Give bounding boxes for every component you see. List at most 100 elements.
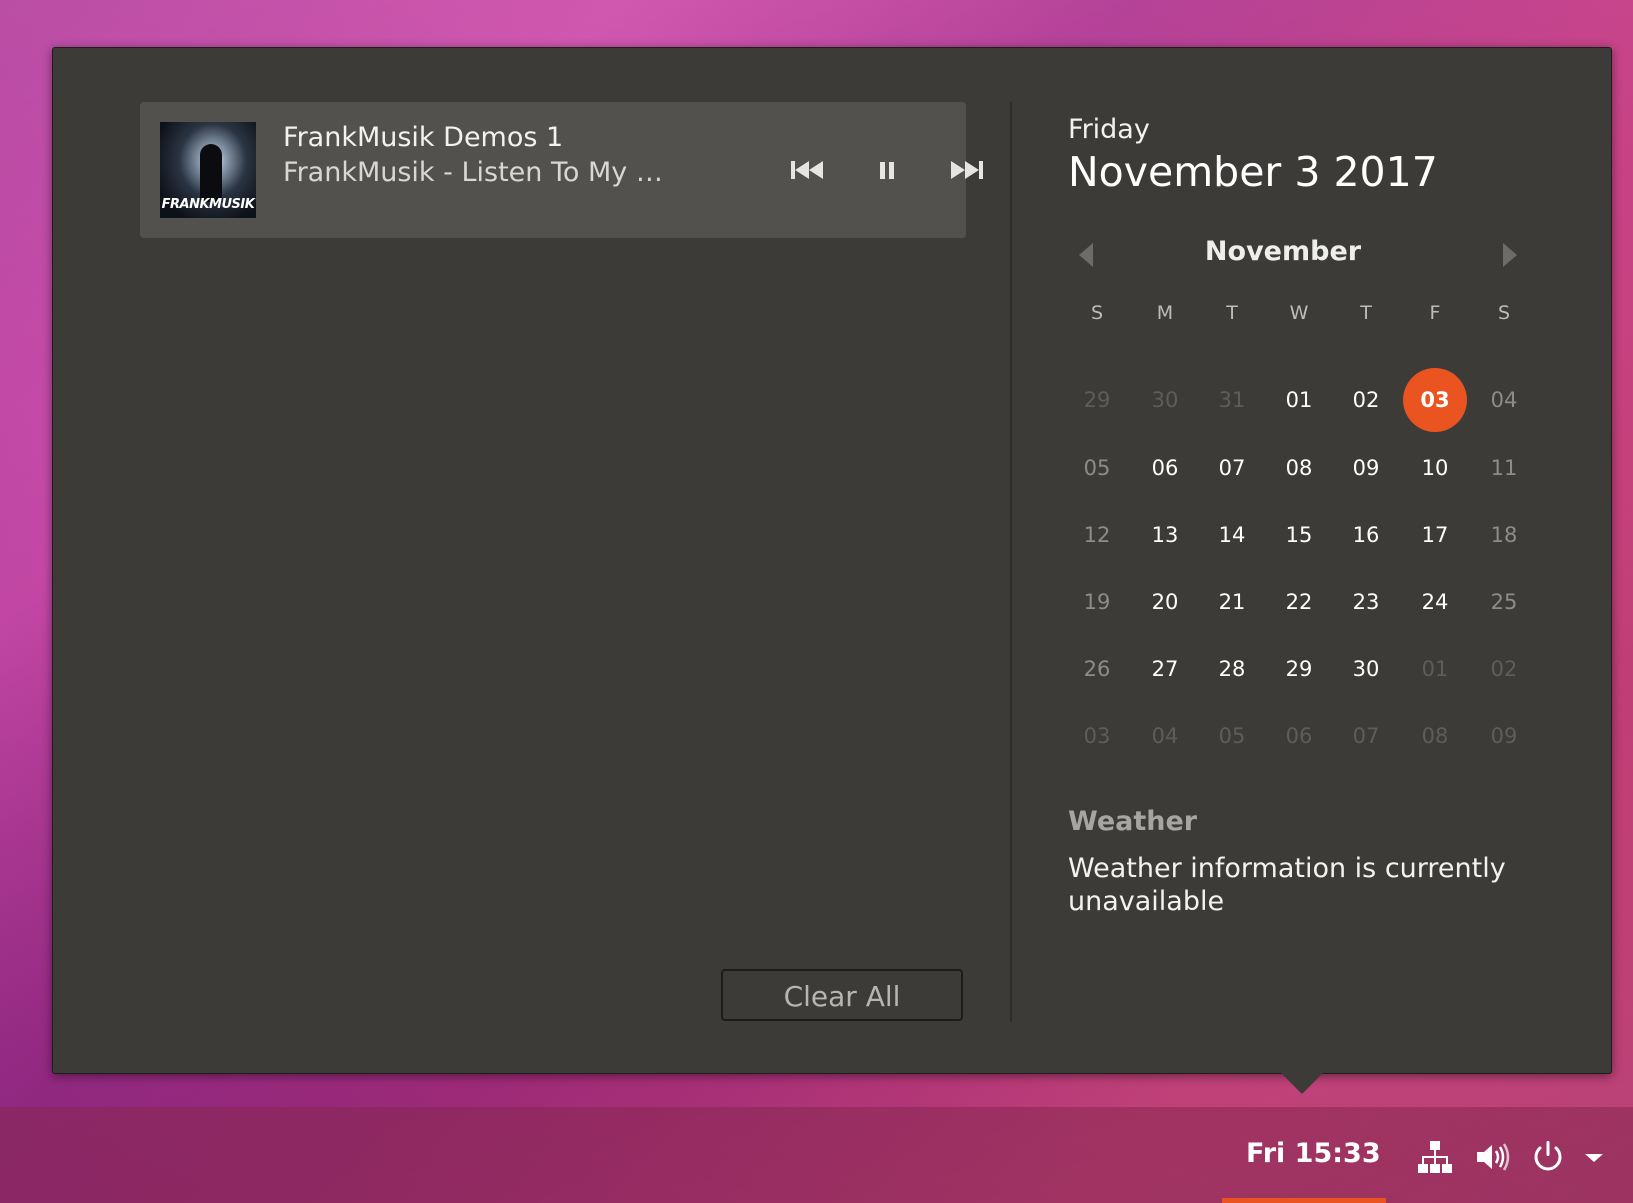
calendar-day[interactable]: 04 bbox=[1470, 368, 1538, 432]
calendar-day-number: 27 bbox=[1151, 657, 1179, 681]
column-divider bbox=[1010, 102, 1012, 1022]
calendar-day-today[interactable]: 03 bbox=[1401, 368, 1469, 432]
calendar-day-number: 17 bbox=[1421, 523, 1449, 547]
calendar-day-number: 21 bbox=[1218, 590, 1246, 614]
calendar-day[interactable]: 07 bbox=[1332, 704, 1400, 768]
calendar-day[interactable]: 22 bbox=[1265, 570, 1333, 634]
calendar-day[interactable]: 04 bbox=[1131, 704, 1199, 768]
calendar-day-number: 05 bbox=[1218, 724, 1246, 748]
calendar-day[interactable]: 11 bbox=[1470, 436, 1538, 500]
calendar-day[interactable]: 28 bbox=[1198, 637, 1266, 701]
calendar-day-number: 09 bbox=[1352, 456, 1380, 480]
calendar-day[interactable]: 05 bbox=[1198, 704, 1266, 768]
calendar-day-number: 14 bbox=[1218, 523, 1246, 547]
calendar-day[interactable]: 08 bbox=[1401, 704, 1469, 768]
calendar-day-number: 30 bbox=[1352, 657, 1380, 681]
calendar-day-number: 07 bbox=[1218, 456, 1246, 480]
calendar-day-number: 01 bbox=[1285, 388, 1313, 412]
weekday-header: T bbox=[1226, 302, 1238, 324]
calendar-day[interactable]: 06 bbox=[1131, 436, 1199, 500]
calendar-day-number: 08 bbox=[1285, 456, 1313, 480]
calendar-day-number: 11 bbox=[1490, 456, 1518, 480]
previous-month-button[interactable] bbox=[1075, 240, 1099, 270]
volume-icon bbox=[1477, 1143, 1510, 1171]
calendar-day-number: 08 bbox=[1421, 724, 1449, 748]
volume-menu[interactable] bbox=[1472, 1137, 1512, 1177]
weekday-header: W bbox=[1289, 302, 1309, 324]
calendar-day-number: 29 bbox=[1083, 388, 1111, 412]
calendar-day[interactable]: 08 bbox=[1265, 436, 1333, 500]
calendar-day[interactable]: 07 bbox=[1198, 436, 1266, 500]
calendar-day-number: 13 bbox=[1151, 523, 1179, 547]
clear-all-button[interactable]: Clear All bbox=[721, 969, 963, 1021]
calendar-day[interactable]: 20 bbox=[1131, 570, 1199, 634]
clock-button[interactable]: Fri 15:33 bbox=[1246, 1138, 1381, 1169]
current-date[interactable]: November 3 2017 bbox=[1068, 148, 1438, 196]
calendar-day[interactable]: 06 bbox=[1265, 704, 1333, 768]
calendar-day[interactable]: 05 bbox=[1063, 436, 1131, 500]
weekday-header: S bbox=[1090, 302, 1104, 324]
pause-button[interactable] bbox=[867, 152, 907, 188]
system-menu-arrow[interactable] bbox=[1580, 1137, 1608, 1177]
calendar-day[interactable]: 21 bbox=[1198, 570, 1266, 634]
calendar-day[interactable]: 01 bbox=[1265, 368, 1333, 432]
calendar-day[interactable]: 30 bbox=[1332, 637, 1400, 701]
calendar-day-number: 24 bbox=[1421, 590, 1449, 614]
calendar-day-number: 29 bbox=[1285, 657, 1313, 681]
calendar-day-number: 04 bbox=[1490, 388, 1518, 412]
power-icon bbox=[1534, 1141, 1562, 1171]
calendar-day[interactable]: 23 bbox=[1332, 570, 1400, 634]
media-player-card[interactable]: FRANKMUSIK FrankMusik Demos 1 FrankMusik… bbox=[140, 102, 983, 238]
calendar-day[interactable]: 02 bbox=[1470, 637, 1538, 701]
calendar-day[interactable]: 19 bbox=[1063, 570, 1131, 634]
skip-next-icon bbox=[951, 161, 983, 179]
calendar-day[interactable]: 13 bbox=[1131, 503, 1199, 567]
current-weekday: Friday bbox=[1068, 114, 1150, 145]
skip-previous-button[interactable] bbox=[787, 152, 827, 188]
calendar-day[interactable]: 14 bbox=[1198, 503, 1266, 567]
calendar-day[interactable]: 29 bbox=[1063, 368, 1131, 432]
next-month-button[interactable] bbox=[1497, 240, 1521, 270]
calendar-day[interactable]: 12 bbox=[1063, 503, 1131, 567]
calendar-day[interactable]: 17 bbox=[1401, 503, 1469, 567]
calendar-day-number: 03 bbox=[1083, 724, 1111, 748]
calendar-day-number: 22 bbox=[1285, 590, 1313, 614]
network-menu[interactable] bbox=[1415, 1137, 1455, 1177]
calendar-day[interactable]: 15 bbox=[1265, 503, 1333, 567]
calendar-day[interactable]: 09 bbox=[1332, 436, 1400, 500]
calendar-day[interactable]: 18 bbox=[1470, 503, 1538, 567]
calendar-day[interactable]: 30 bbox=[1131, 368, 1199, 432]
calendar-day-number: 10 bbox=[1421, 456, 1449, 480]
calendar-day[interactable]: 27 bbox=[1131, 637, 1199, 701]
calendar-day-number: 16 bbox=[1352, 523, 1380, 547]
skip-next-button[interactable] bbox=[947, 152, 987, 188]
calendar-day[interactable]: 24 bbox=[1401, 570, 1469, 634]
track-artist: FrankMusik - Listen To My Heart bbox=[283, 157, 683, 188]
calendar-day[interactable]: 10 bbox=[1401, 436, 1469, 500]
calendar-day-number: 02 bbox=[1352, 388, 1380, 412]
album-art-figure bbox=[200, 144, 222, 202]
calendar-day[interactable]: 09 bbox=[1470, 704, 1538, 768]
calendar-day[interactable]: 31 bbox=[1198, 368, 1266, 432]
weekday-header: M bbox=[1156, 302, 1174, 324]
calendar-day-number: 05 bbox=[1083, 456, 1111, 480]
weekday-header: F bbox=[1429, 302, 1441, 324]
calendar-day-number: 06 bbox=[1151, 456, 1179, 480]
calendar-day[interactable]: 03 bbox=[1063, 704, 1131, 768]
calendar-day[interactable]: 26 bbox=[1063, 637, 1131, 701]
calendar-day-number: 20 bbox=[1151, 590, 1179, 614]
track-title: FrankMusik Demos 1 bbox=[283, 122, 564, 153]
calendar-day-number: 01 bbox=[1421, 657, 1449, 681]
calendar-day[interactable]: 02 bbox=[1332, 368, 1400, 432]
chevron-right-icon bbox=[1503, 243, 1517, 267]
calendar-day[interactable]: 01 bbox=[1401, 637, 1469, 701]
weather-message[interactable]: Weather information is currently unavail… bbox=[1068, 852, 1538, 918]
calendar-day-number: 06 bbox=[1285, 724, 1313, 748]
skip-previous-icon bbox=[791, 161, 823, 179]
calendar-day[interactable]: 16 bbox=[1332, 503, 1400, 567]
system-menu[interactable] bbox=[1528, 1137, 1568, 1177]
calendar-day-number: 12 bbox=[1083, 523, 1111, 547]
calendar-day[interactable]: 25 bbox=[1470, 570, 1538, 634]
calendar-day[interactable]: 29 bbox=[1265, 637, 1333, 701]
top-panel bbox=[0, 1107, 1633, 1203]
